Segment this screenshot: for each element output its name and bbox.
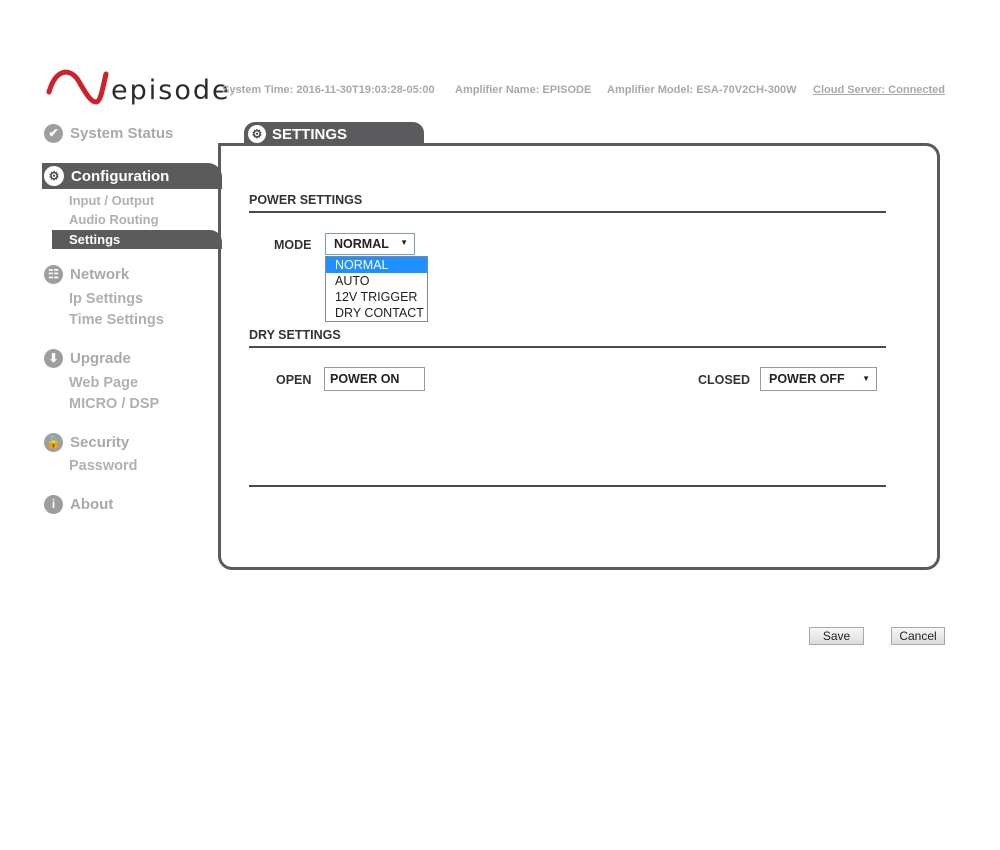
sidebar-item-label: Configuration xyxy=(71,168,169,185)
open-select[interactable]: POWER ON xyxy=(324,367,425,391)
dropdown-option-normal[interactable]: NORMAL xyxy=(326,257,427,273)
tab-settings[interactable]: ⚙ SETTINGS xyxy=(244,122,424,146)
tab-label: SETTINGS xyxy=(272,126,347,143)
mode-label: MODE xyxy=(274,238,312,252)
power-settings-title: POWER SETTINGS xyxy=(249,193,362,207)
checkmark-icon: ✔ xyxy=(44,124,63,143)
sidebar-item-upgrade[interactable]: ⬇ Upgrade xyxy=(44,347,131,369)
closed-select-value: POWER OFF xyxy=(769,372,845,386)
chevron-down-icon: ▼ xyxy=(400,238,408,247)
lock-icon: 🔒 xyxy=(44,433,63,452)
sidebar-item-network[interactable]: ☷ Network xyxy=(44,263,129,285)
divider xyxy=(249,485,886,487)
cloud-server-link[interactable]: Cloud Server: Connected xyxy=(813,84,945,96)
divider xyxy=(249,211,886,213)
cancel-button[interactable]: Cancel xyxy=(891,627,945,645)
sidebar-item-label: Security xyxy=(70,434,129,451)
sidebar-item-security[interactable]: 🔒 Security xyxy=(44,431,129,453)
sidebar-subitem-time-settings[interactable]: Time Settings xyxy=(69,312,164,328)
sidebar-item-label: About xyxy=(70,496,113,513)
sidebar-subitem-settings[interactable]: Settings xyxy=(52,230,222,249)
sidebar-item-about[interactable]: i About xyxy=(44,493,113,515)
mode-select[interactable]: NORMAL ▼ xyxy=(325,233,415,255)
info-icon: i xyxy=(44,495,63,514)
sidebar-item-configuration[interactable]: ⚙ Configuration xyxy=(42,163,222,189)
chevron-down-icon: ▼ xyxy=(862,374,870,383)
amplifier-model: Amplifier Model: ESA-70V2CH-300W xyxy=(607,84,796,96)
system-time: System Time: 2016-11-30T19:03:28-05:00 xyxy=(222,84,435,96)
open-label: OPEN xyxy=(276,373,311,387)
sidebar-subitem-micro-dsp[interactable]: MICRO / DSP xyxy=(69,396,159,412)
sidebar-subitem-audio-routing[interactable]: Audio Routing xyxy=(69,212,159,227)
open-select-value: POWER ON xyxy=(330,372,399,386)
sidebar-item-label: Upgrade xyxy=(70,350,131,367)
logo-text: episode xyxy=(111,75,231,106)
sidebar-subitem-ip-settings[interactable]: Ip Settings xyxy=(69,291,143,307)
sidebar-item-label: Network xyxy=(70,266,129,283)
mode-dropdown-list: NORMAL AUTO 12V TRIGGER DRY CONTACT xyxy=(325,256,428,322)
divider xyxy=(249,346,886,348)
sidebar-item-label: System Status xyxy=(70,125,173,142)
sidebar-subitem-password[interactable]: Password xyxy=(69,458,138,474)
network-icon: ☷ xyxy=(44,265,63,284)
gears-icon: ⚙ xyxy=(248,125,266,143)
dropdown-option-12v-trigger[interactable]: 12V TRIGGER xyxy=(326,289,427,305)
sidebar-subitem-input-output[interactable]: Input / Output xyxy=(69,193,154,208)
closed-label: CLOSED xyxy=(698,373,750,387)
gears-icon: ⚙ xyxy=(44,166,64,186)
amplifier-name: Amplifier Name: EPISODE xyxy=(455,84,591,96)
closed-select[interactable]: POWER OFF ▼ xyxy=(760,367,877,391)
dry-settings-title: DRY SETTINGS xyxy=(249,328,341,342)
mode-select-value: NORMAL xyxy=(334,237,389,251)
dropdown-option-dry-contact[interactable]: DRY CONTACT xyxy=(326,305,427,321)
sidebar-subitem-web-page[interactable]: Web Page xyxy=(69,375,138,391)
settings-panel xyxy=(218,143,940,570)
save-button[interactable]: Save xyxy=(809,627,864,645)
sidebar-item-system-status[interactable]: ✔ System Status xyxy=(44,122,173,144)
dropdown-option-auto[interactable]: AUTO xyxy=(326,273,427,289)
download-icon: ⬇ xyxy=(44,349,63,368)
